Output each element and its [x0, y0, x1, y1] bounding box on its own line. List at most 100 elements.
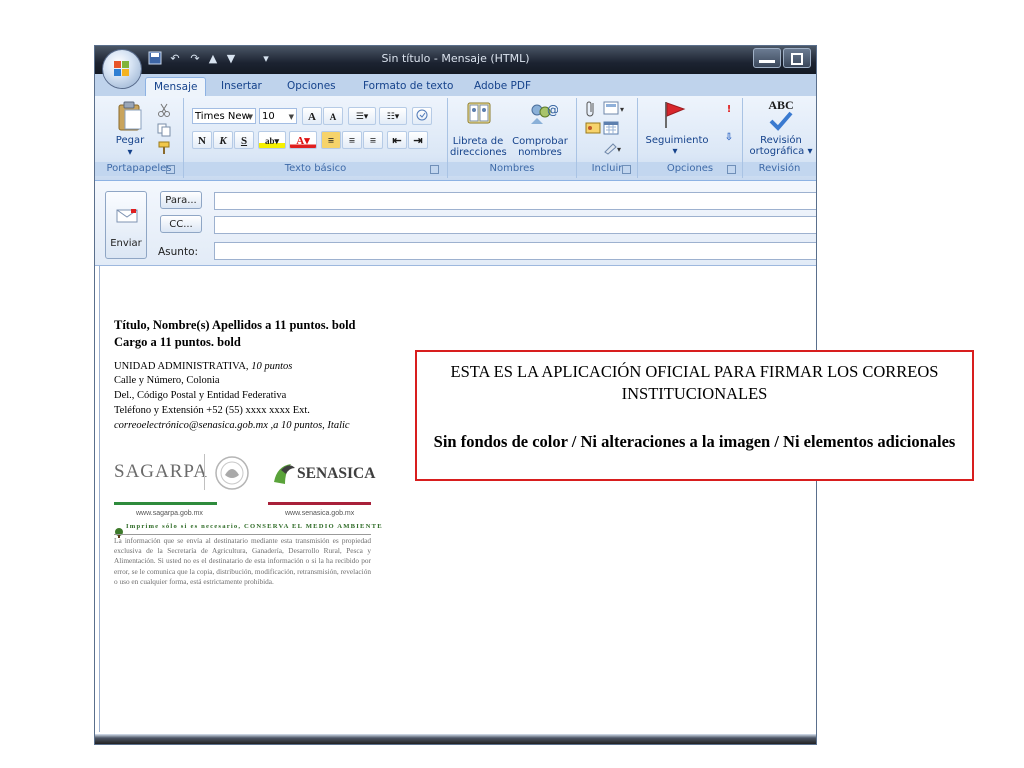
tab-insertar[interactable]: Insertar: [213, 77, 270, 96]
signature-title-line: Título, Nombre(s) Apellidos a 11 puntos.…: [114, 318, 356, 332]
increase-indent-icon[interactable]: ⇥: [408, 131, 428, 149]
highlight-button[interactable]: ab▾: [258, 131, 286, 149]
calendar-icon[interactable]: [603, 120, 619, 140]
send-label: Enviar: [110, 238, 142, 249]
align-right-icon[interactable]: ≡: [363, 131, 383, 149]
to-button[interactable]: Para...: [160, 191, 202, 209]
sagarpa-url: www.sagarpa.gob.mx: [136, 510, 203, 517]
font-color-label: A: [296, 135, 305, 147]
signature-unit-size: 10 puntos: [248, 361, 293, 372]
sagarpa-logo: SAGARPA: [114, 461, 208, 482]
title-bar: Sin título - Mensaje (HTML) ↶ ↷ ▲ ▼ ▾: [95, 46, 816, 74]
cc-button[interactable]: CC...: [160, 215, 202, 233]
group-label-texto-basico: Texto básico: [184, 162, 447, 176]
undo-icon[interactable]: ↶: [167, 51, 183, 67]
maximize-button[interactable]: [783, 48, 811, 68]
underline-button[interactable]: S: [234, 131, 254, 149]
check-names-icon[interactable]: @: [528, 100, 559, 132]
message-body[interactable]: Título, Nombre(s) Apellidos a 11 puntos.…: [99, 266, 816, 732]
tab-formato-de-texto[interactable]: Formato de texto: [355, 77, 461, 96]
followup-dropdown-icon[interactable]: ▾: [668, 146, 682, 157]
italic-button[interactable]: K: [213, 131, 233, 149]
qat-customize-icon[interactable]: ▾: [258, 51, 274, 67]
print-notice: Imprime sólo si es necesario, CONSERVA E…: [126, 523, 383, 530]
notice-line-official-app: ESTA ES LA APLICACIÓN OFICIAL PARA FIRMA…: [450, 362, 939, 403]
followup-button[interactable]: Seguimiento: [642, 135, 712, 146]
address-book-line1: Libreta de: [452, 136, 504, 147]
options-launcher-icon[interactable]: [727, 165, 736, 174]
tab-adobe-pdf[interactable]: Adobe PDF: [466, 77, 539, 96]
logo-divider: [204, 454, 205, 490]
flag-icon[interactable]: [662, 100, 688, 134]
business-card-icon[interactable]: [585, 120, 601, 140]
align-left-icon[interactable]: ≡: [321, 131, 341, 149]
group-nombres: Libreta de direcciones @ Comprobar nombres…: [448, 98, 577, 178]
window-bottom-edge: [95, 734, 816, 744]
tab-mensaje[interactable]: Mensaje: [145, 77, 207, 97]
font-color-button[interactable]: A▾: [289, 131, 317, 149]
group-opciones: Seguimiento ▾ ! ⇩ Opciones: [638, 98, 743, 178]
clipboard-launcher-icon[interactable]: [166, 165, 175, 174]
chevron-down-icon: ▼: [247, 113, 253, 121]
bullets-icon[interactable]: ☰▾: [348, 107, 376, 125]
signature-phone-line: Teléfono y Extensión +52 (55) xxxx xxxx …: [114, 405, 310, 416]
check-names-line2: nombres: [518, 147, 562, 158]
paste-button[interactable]: Pegar: [105, 135, 155, 146]
window-title: Sin título - Mensaje (HTML): [381, 52, 530, 65]
font-size-combobox[interactable]: 10 ▼: [259, 108, 297, 124]
group-label-nombres: Nombres: [448, 162, 576, 176]
high-importance-icon[interactable]: !: [724, 104, 734, 115]
basic-text-launcher-icon[interactable]: [430, 165, 439, 174]
subject-field[interactable]: [214, 242, 816, 260]
senasica-url: www.senasica.gob.mx: [285, 510, 355, 517]
message-header: Enviar Para... CC... Asunto:: [95, 181, 816, 266]
spelling-button[interactable]: Revisión ortográfica ▾: [745, 135, 816, 157]
ribbon: Pegar ▾ Portapapeles Times New ▼ 10 ▼ A A …: [95, 96, 816, 181]
office-button[interactable]: [103, 50, 141, 88]
signature-unit-main: UNIDAD ADMINISTRATIVA,: [114, 361, 249, 372]
redo-icon[interactable]: ↷: [187, 51, 203, 67]
align-center-icon[interactable]: ≡: [342, 131, 362, 149]
tab-opciones[interactable]: Opciones: [279, 77, 344, 96]
shrink-font-button[interactable]: A: [323, 107, 343, 125]
grow-font-button[interactable]: A: [302, 107, 322, 125]
copy-icon[interactable]: [157, 122, 171, 141]
up-arrow-icon[interactable]: ▲: [205, 51, 221, 67]
bold-button[interactable]: N: [192, 131, 212, 149]
send-button[interactable]: Enviar: [105, 191, 147, 259]
senasica-emblem-icon: [271, 462, 297, 490]
svg-text:▾: ▾: [620, 105, 624, 114]
include-launcher-icon[interactable]: [622, 165, 631, 174]
address-book-icon[interactable]: [466, 100, 492, 130]
address-book-button[interactable]: Libreta de direcciones: [450, 136, 507, 158]
check-names-button[interactable]: Comprobar nombres: [508, 136, 572, 158]
sagarpa-green-bar: [114, 502, 217, 505]
signature-city-line: Del., Código Postal y Entidad Federativa: [114, 390, 287, 401]
legal-disclaimer: La información que se envía al destinata…: [114, 536, 371, 586]
decrease-indent-icon[interactable]: ⇤: [387, 131, 407, 149]
styles-icon[interactable]: [412, 107, 432, 125]
font-name-combobox[interactable]: Times New ▼: [192, 108, 256, 124]
highlight-label: ab: [264, 136, 275, 146]
numbering-icon[interactable]: ☷▾: [379, 107, 407, 125]
low-importance-icon[interactable]: ⇩: [724, 132, 734, 143]
minimize-button[interactable]: [753, 48, 781, 68]
signature-icon[interactable]: ▾: [603, 140, 625, 159]
spelling-line2: ortográfica: [749, 146, 805, 157]
paste-icon[interactable]: [117, 100, 143, 136]
senasica-red-bar: [268, 502, 371, 505]
paste-dropdown-icon[interactable]: ▾: [123, 147, 137, 158]
address-book-line2: direcciones: [450, 147, 507, 158]
save-icon[interactable]: [147, 51, 163, 67]
group-label-revision: Revisión: [743, 162, 816, 176]
spellcheck-icon[interactable]: [769, 111, 793, 135]
format-painter-icon[interactable]: [157, 140, 171, 159]
down-arrow-icon[interactable]: ▼: [223, 51, 239, 67]
to-field[interactable]: [214, 192, 816, 210]
attach-file-icon[interactable]: [585, 100, 597, 122]
group-portapapeles: Pegar ▾ Portapapeles: [95, 98, 184, 178]
cc-field[interactable]: [214, 216, 816, 234]
attach-item-icon[interactable]: ▾: [603, 100, 627, 120]
office-logo-icon: [114, 61, 130, 77]
cut-icon[interactable]: [157, 102, 171, 121]
